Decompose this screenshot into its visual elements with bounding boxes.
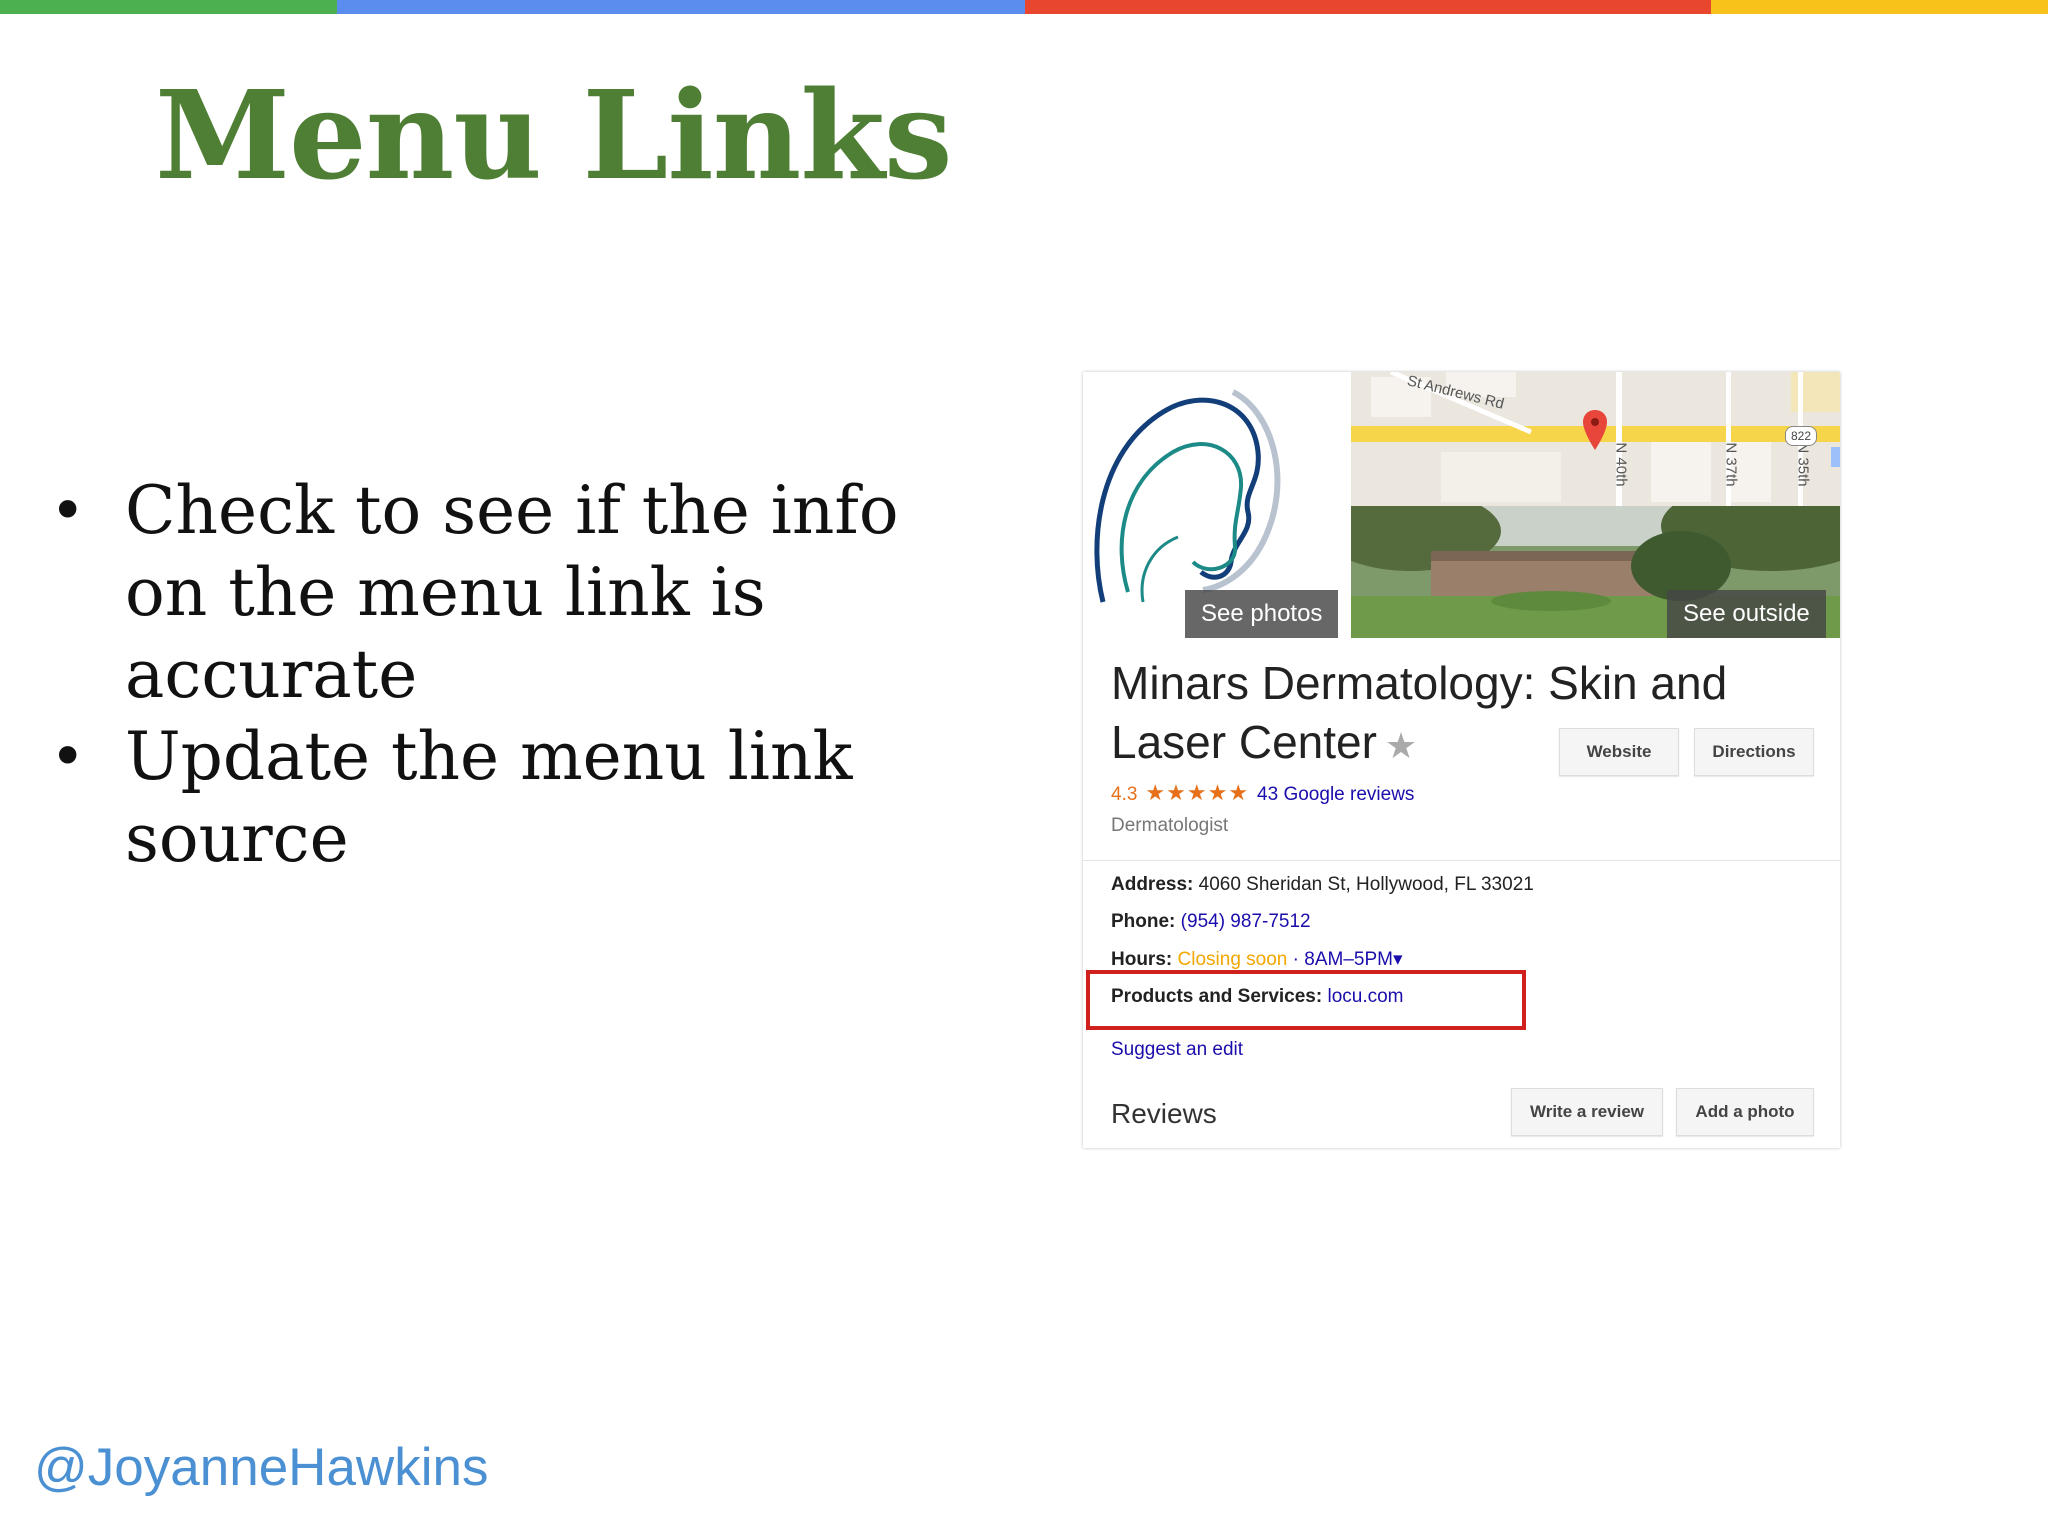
business-name-line1: Minars Dermatology: Skin and <box>1111 657 1728 709</box>
hours-row: Hours: Closing soon · 8AM–5PM▾ <box>1111 948 1403 971</box>
highlight-box <box>1086 970 1526 1030</box>
phone-label: Phone: <box>1111 911 1176 932</box>
bullet-list: • Check to see if the info on the menu li… <box>40 470 1000 880</box>
divider <box>1083 860 1840 861</box>
rating-stars-icon: ★★★★★ <box>1145 780 1250 805</box>
color-stripe <box>0 0 2048 14</box>
hours-label: Hours: <box>1111 949 1173 970</box>
street-label: N 40th <box>1612 442 1630 487</box>
bullet-dot: • <box>50 476 86 546</box>
save-star-icon[interactable]: ★ <box>1385 725 1417 766</box>
google-reviews-link[interactable]: 43 Google reviews <box>1257 784 1414 805</box>
stripe-red <box>1025 0 1711 14</box>
see-outside-button[interactable]: See outside <box>1667 590 1826 638</box>
bullet-dot: • <box>50 722 86 792</box>
route-shield: 822 <box>1785 426 1817 446</box>
bullet-text: Check to see if the info on the menu lin… <box>125 472 899 713</box>
knowledge-panel: See photos St Andrews Rd N 40th N 37th N… <box>1083 372 1840 1148</box>
business-category: Dermatologist <box>1111 815 1229 836</box>
add-photo-button[interactable]: Add a photo <box>1676 1088 1814 1136</box>
reviews-heading: Reviews <box>1111 1098 1217 1129</box>
twitter-handle: @JoyanneHawkins <box>34 1438 489 1497</box>
website-button[interactable]: Website <box>1559 728 1679 776</box>
phone-row: Phone: (954) 987-7512 <box>1111 911 1311 933</box>
slide-title: Menu Links <box>155 63 953 207</box>
address-value[interactable]: 4060 Sheridan St, Hollywood, FL 33021 <box>1199 874 1534 895</box>
stripe-green <box>0 0 337 14</box>
address-row: Address: 4060 Sheridan St, Hollywood, FL… <box>1111 874 1534 896</box>
rating-row: 4.3 ★★★★★ 43 Google reviews <box>1111 780 1414 806</box>
directions-button[interactable]: Directions <box>1694 728 1814 776</box>
see-photos-button[interactable]: See photos <box>1185 590 1339 638</box>
street-label: N 35th <box>1794 442 1812 487</box>
business-name-line2: Laser Center <box>1111 716 1377 768</box>
business-logo: See photos <box>1083 372 1351 638</box>
map-thumbnail[interactable]: St Andrews Rd N 40th N 37th N 35th <box>1351 372 1840 506</box>
stripe-yellow <box>1711 0 2048 14</box>
write-review-button[interactable]: Write a review <box>1511 1088 1663 1136</box>
street-label: N 37th <box>1722 442 1740 487</box>
hours-dropdown[interactable]: · 8AM–5PM <box>1293 949 1393 970</box>
phone-link[interactable]: (954) 987-7512 <box>1181 911 1311 932</box>
address-label: Address: <box>1111 874 1194 895</box>
stripe-blue <box>337 0 1025 14</box>
rating-value: 4.3 <box>1111 784 1138 805</box>
suggest-edit-link[interactable]: Suggest an edit <box>1111 1039 1243 1061</box>
bullet-item: • Update the menu link source <box>40 716 1000 880</box>
bullet-text: Update the menu link source <box>125 718 853 877</box>
hours-status: Closing soon <box>1177 949 1288 970</box>
map-pin-icon <box>1583 410 1607 450</box>
chevron-down-icon[interactable]: ▾ <box>1393 949 1403 970</box>
bullet-item: • Check to see if the info on the menu li… <box>40 470 1000 716</box>
